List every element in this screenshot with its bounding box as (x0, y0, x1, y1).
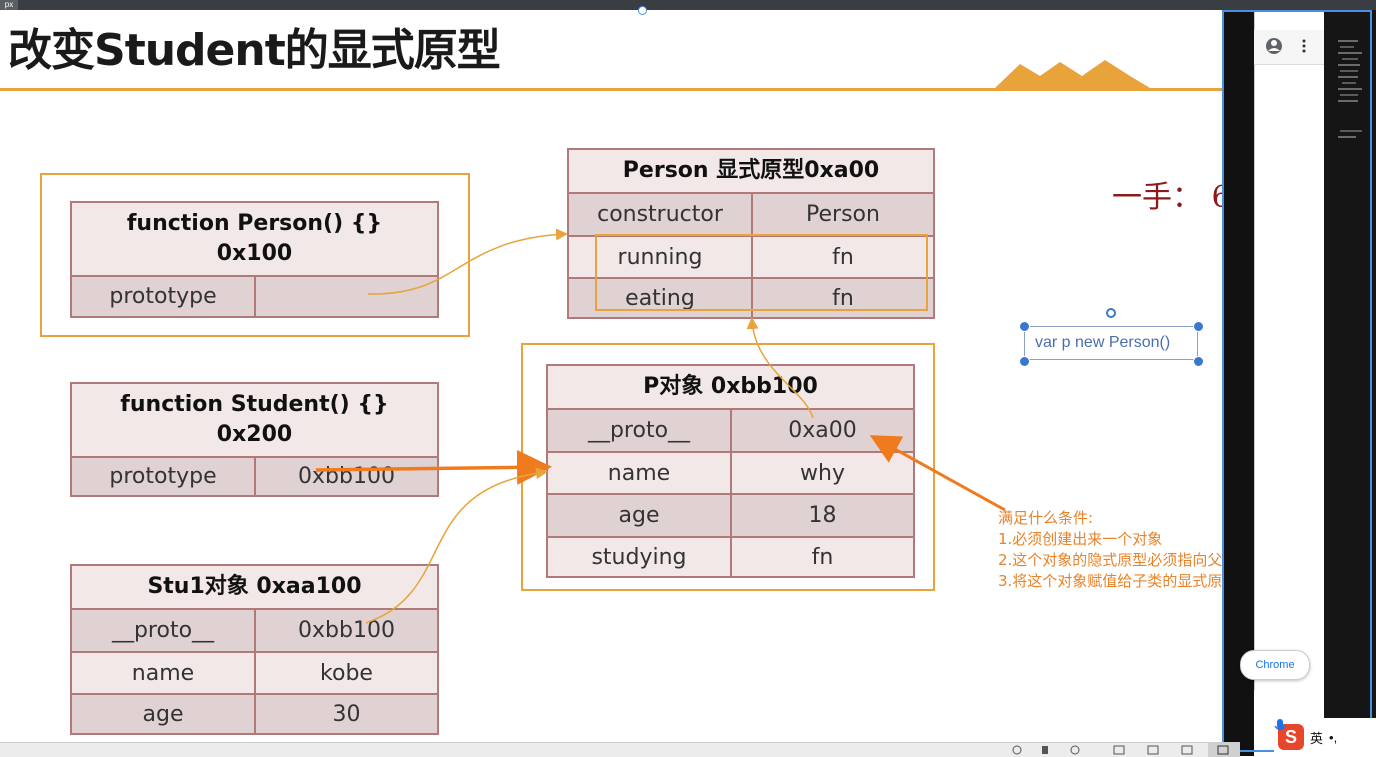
resize-handle-br[interactable] (1193, 356, 1204, 367)
code-textbox[interactable]: var p new Person() (1024, 326, 1198, 360)
p-obj-proto-arrow (746, 317, 814, 419)
stu1-proto-arrow (365, 467, 548, 624)
rotate-handle[interactable] (1106, 308, 1116, 318)
view-controls (1012, 743, 1240, 757)
notes-arrow (869, 435, 1006, 512)
bottom-status-bar (0, 742, 1240, 757)
resize-handle-tr[interactable] (1193, 321, 1204, 332)
ime-toolbar[interactable]: S 英 •, (1274, 718, 1376, 756)
ime-punctuation[interactable]: •, (1329, 730, 1337, 745)
microphone-icon[interactable] (1274, 718, 1286, 734)
person-prototype-arrow (367, 228, 568, 295)
selection-border (1222, 10, 1372, 752)
resize-handle-bl[interactable] (1019, 356, 1030, 367)
connector-arrows (315, 228, 1006, 624)
resize-handle-tl[interactable] (1019, 321, 1030, 332)
student-prototype-arrow (315, 449, 552, 485)
slide-top-handle[interactable] (638, 6, 647, 15)
ime-language[interactable]: 英 (1310, 728, 1323, 747)
